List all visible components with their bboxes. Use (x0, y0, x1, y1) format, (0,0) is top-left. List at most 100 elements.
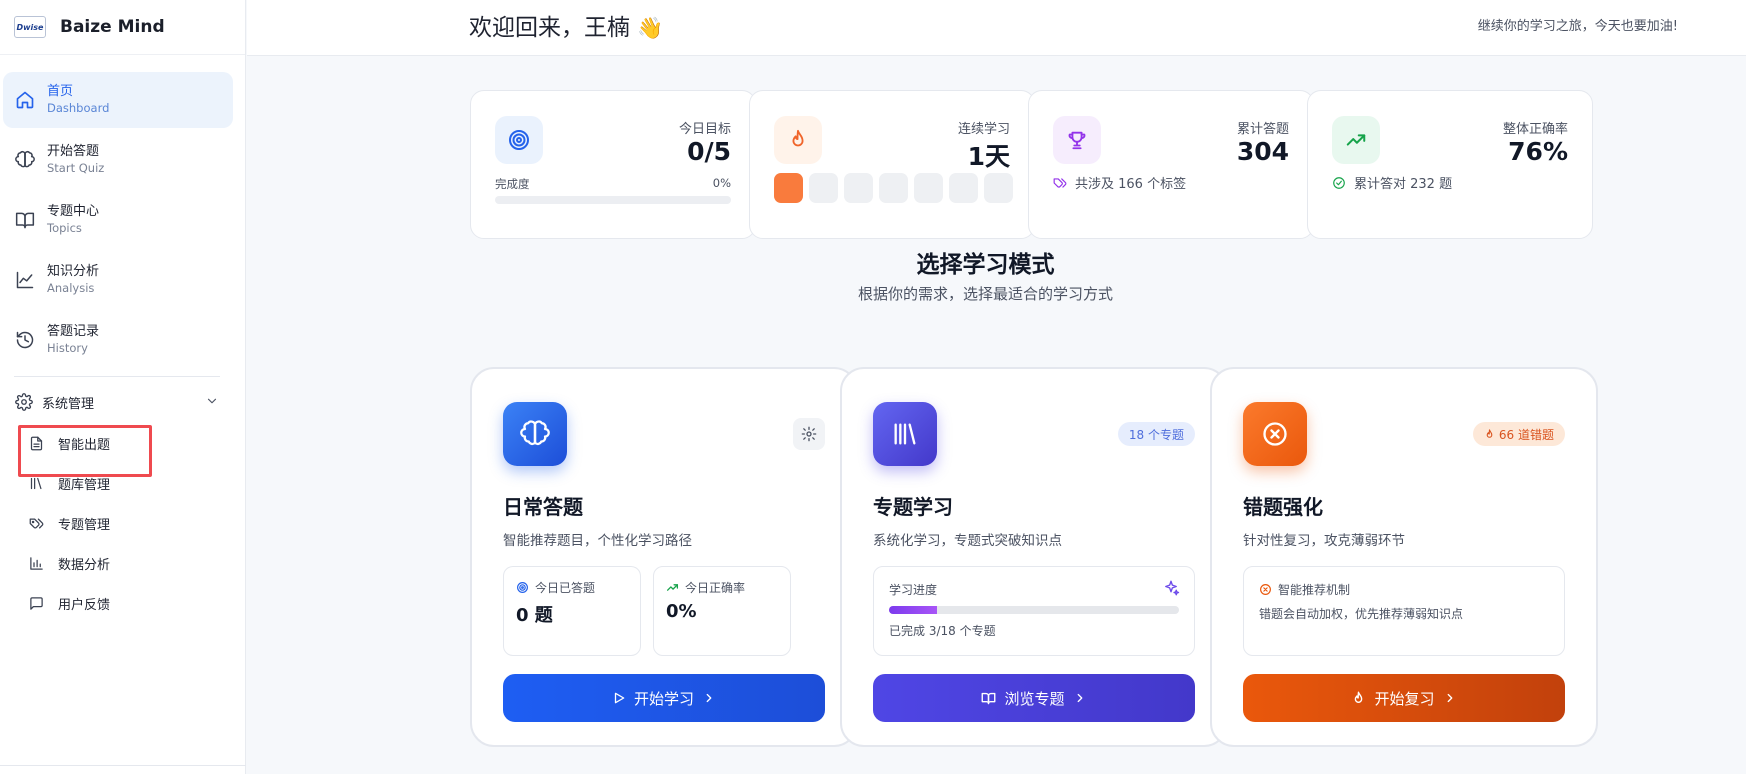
trending-up-icon (1332, 116, 1380, 164)
topic-progress-box: 学习进度 已完成 3/18 个专题 (873, 566, 1195, 656)
brand-name: Baize Mind (60, 17, 165, 37)
streak-day (774, 173, 803, 203)
sub-item-label: 用户反馈 (58, 597, 111, 613)
nav-label: 知识分析 (47, 264, 100, 279)
mini-value: 0 题 (516, 605, 553, 626)
sub-item-label: 题库管理 (58, 477, 111, 493)
nav-item-start-quiz[interactable]: 开始答题 Start Quiz (3, 132, 233, 188)
box-header: 智能推荐机制 (1259, 581, 1350, 598)
progress-label: 完成度 (495, 177, 530, 191)
sub-item-smart-generate[interactable]: 智能出题 (0, 423, 245, 477)
streak-day (949, 173, 978, 203)
nav-label: 专题中心 (47, 204, 100, 219)
chevron-right-icon (1073, 691, 1087, 705)
mode-card-topic: 18 个专题 专题学习 系统化学习，专题式突破知识点 学习进度 已完成 3/18… (840, 367, 1228, 747)
nav-sublabel: Start Quiz (47, 161, 105, 175)
stat-label: 累计答题 (1236, 122, 1289, 137)
stat-card-today-goal: 今日目标 0/5 完成度 0% (470, 90, 756, 239)
check-circle-icon (1332, 176, 1346, 190)
topic-progress-bar (889, 606, 1179, 614)
welcome-title: 欢迎回来，王楠 👋 (469, 8, 663, 42)
gear-icon (14, 392, 34, 412)
stat-label: 今日目标 (678, 122, 731, 137)
mini-header: 今日正确率 (666, 579, 745, 596)
system-management-toggle[interactable]: 系统管理 (0, 381, 245, 423)
stat-value: 304 (1236, 137, 1289, 166)
browse-topics-button[interactable]: 浏览专题 (873, 674, 1195, 722)
x-circle-icon (1243, 402, 1307, 466)
progress-label: 学习进度 (889, 583, 938, 597)
stat-card-total: 累计答题 304 共涉及 166 个标签 (1028, 90, 1314, 239)
start-review-button[interactable]: 开始复习 (1243, 674, 1565, 722)
sub-item-label: 专题管理 (58, 517, 111, 533)
stat-footnote: 累计答对 232 题 (1332, 173, 1452, 192)
target-icon (495, 116, 543, 164)
brain-icon (503, 402, 567, 466)
sub-item-question-bank[interactable]: 题库管理 (0, 463, 245, 503)
sub-item-user-feedback[interactable]: 用户反馈 (0, 583, 245, 623)
nav-divider (14, 376, 220, 377)
daily-settings-button[interactable] (793, 418, 825, 450)
nav-item-history[interactable]: 答题记录 History (3, 312, 233, 368)
mini-header: 今日已答题 (516, 579, 595, 596)
x-circle-icon (1259, 583, 1272, 596)
mode-description: 针对性复习，攻克薄弱环节 (1243, 533, 1405, 549)
stat-label: 连续学习 (957, 122, 1010, 137)
sub-item-data-analysis[interactable]: 数据分析 (0, 543, 245, 583)
streak-day (984, 173, 1013, 203)
trophy-icon (1053, 116, 1101, 164)
brand[interactable]: Dwise Baize Mind (0, 0, 245, 55)
mini-label: 今日正确率 (685, 581, 746, 595)
book-icon (14, 209, 36, 231)
sparkles-icon (1162, 579, 1180, 597)
main-nav: 首页 Dashboard 开始答题 Start Quiz 专题中心 Topics 知识… (0, 55, 245, 368)
library-icon (873, 402, 937, 466)
header-tagline: 继续你的学习之旅，今天也要加油! (1477, 19, 1678, 34)
mode-card-daily: 日常答题 智能推荐题目，个性化学习路径 今日已答题 0 题 今日正确率 0% 开… (470, 367, 858, 747)
home-icon (14, 89, 36, 111)
book-open-icon (981, 691, 996, 706)
stat-value: 76% (1508, 137, 1568, 166)
nav-label: 首页 (47, 84, 74, 99)
main-content: 今日目标 0/5 完成度 0% 连续学习 1天 累计答题 304 共涉及 166… (247, 56, 1746, 774)
stat-card-accuracy: 整体正确率 76% 累计答对 232 题 (1307, 90, 1593, 239)
start-learning-button[interactable]: 开始学习 (503, 674, 825, 722)
sub-item-topic-management[interactable]: 专题管理 (0, 503, 245, 543)
progress-percent: 0% (712, 176, 731, 190)
daily-accuracy-box: 今日正确率 0% (653, 566, 791, 656)
chevron-right-icon (1443, 691, 1457, 705)
smart-recommend-box: 智能推荐机制 错题会自动加权，优先推荐薄弱知识点 (1243, 566, 1565, 656)
line-chart-icon (14, 269, 36, 291)
mode-title: 专题学习 (873, 495, 953, 519)
nav-item-topics[interactable]: 专题中心 Topics (3, 192, 233, 248)
streak-day (914, 173, 943, 203)
stat-label: 整体正确率 (1502, 122, 1568, 137)
chevron-down-icon (205, 394, 219, 408)
brain-icon (14, 149, 36, 171)
bar-chart-icon (28, 555, 44, 571)
stat-footnote: 共涉及 166 个标签 (1053, 173, 1186, 192)
nav-item-analysis[interactable]: 知识分析 Analysis (3, 252, 233, 308)
section-subtitle: 根据你的需求，选择最适合的学习方式 (857, 285, 1113, 303)
button-label: 浏览专题 (1004, 689, 1065, 708)
mode-description: 系统化学习，专题式突破知识点 (873, 533, 1062, 549)
badge-text: 66 道错题 (1498, 427, 1554, 442)
library-icon (28, 475, 44, 491)
mode-title: 错题强化 (1243, 495, 1323, 519)
mode-card-wrong: 66 道错题 错题强化 针对性复习，攻克薄弱环节 智能推荐机制 错题会自动加权，… (1210, 367, 1598, 747)
goal-progress-bar (495, 196, 731, 204)
waving-hand-icon: 👋 (637, 16, 664, 40)
button-label: 开始学习 (633, 689, 694, 708)
nav-sublabel: Dashboard (47, 101, 110, 115)
sub-item-label: 智能出题 (58, 437, 111, 453)
mode-description: 智能推荐题目，个性化学习路径 (503, 533, 692, 549)
gear-icon (801, 426, 817, 442)
nav-item-dashboard[interactable]: 首页 Dashboard (3, 72, 233, 128)
streak-day (809, 173, 838, 203)
mode-title: 日常答题 (503, 495, 583, 519)
streak-day (879, 173, 908, 203)
tags-icon (1053, 176, 1067, 190)
box-title: 智能推荐机制 (1278, 583, 1351, 597)
flame-icon (1351, 691, 1366, 706)
wrong-count-badge: 66 道错题 (1472, 422, 1565, 446)
